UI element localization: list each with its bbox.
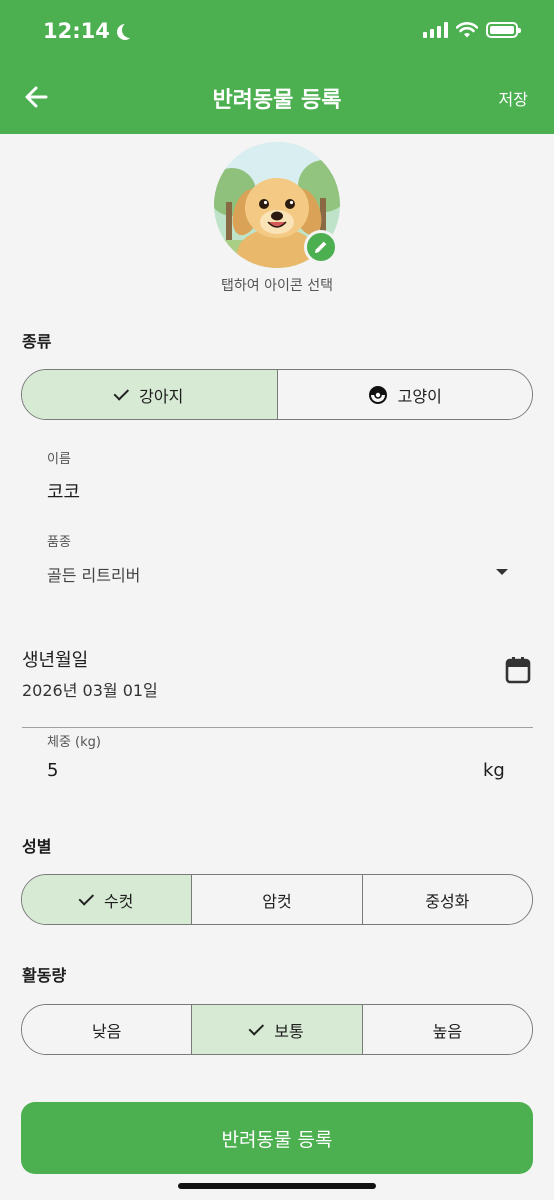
breed-field-label: 품종 (47, 535, 71, 550)
cellular-signal-icon (423, 22, 448, 38)
pencil-icon (315, 241, 327, 253)
name-field-label: 이름 (47, 452, 71, 467)
species-segmented: 강아지 고양이 (21, 369, 533, 420)
gender-option-female[interactable]: 암컷 (192, 875, 363, 924)
gender-option-label: 암컷 (262, 891, 292, 911)
activity-option-label: 보통 (274, 1021, 304, 1041)
battery-icon (486, 22, 521, 38)
dropdown-arrow-icon[interactable] (496, 569, 508, 575)
register-pet-button[interactable]: 반려동물 등록 (21, 1102, 533, 1174)
species-option-dog[interactable]: 강아지 (22, 370, 278, 419)
calendar-icon[interactable] (505, 656, 531, 684)
species-option-cat[interactable]: 고양이 (277, 370, 532, 419)
check-icon (78, 889, 95, 906)
status-icons (423, 22, 521, 38)
breed-dropdown[interactable]: 골든 리트리버 (47, 562, 140, 586)
activity-option-label: 낮음 (91, 1021, 122, 1041)
activity-segmented: 낮음 보통 높음 (21, 1004, 533, 1055)
activity-option-normal[interactable]: 보통 (192, 1005, 363, 1054)
weight-field-label: 체중 (kg) (47, 735, 101, 750)
check-icon (113, 384, 130, 401)
page-title: 반려동물 등록 (212, 88, 342, 113)
name-input[interactable]: 코코 (47, 478, 80, 504)
gender-option-neutered[interactable]: 중성화 (362, 875, 532, 924)
app-bar: 12:14 반려동물 등록 저장 (0, 0, 554, 134)
gender-option-male[interactable]: 수컷 (22, 875, 193, 924)
save-button[interactable]: 저장 (499, 86, 528, 110)
check-icon (248, 1019, 265, 1036)
gender-option-label: 중성화 (425, 891, 470, 911)
activity-option-high[interactable]: 높음 (362, 1005, 532, 1054)
birth-field-label: 생년월일 (22, 650, 89, 671)
gender-option-label: 수컷 (103, 891, 134, 911)
weight-input[interactable]: 5 (47, 760, 58, 781)
edit-avatar-button[interactable] (304, 230, 338, 264)
avatar-hint: 탭하여 아이콘 선택 (221, 278, 333, 294)
wifi-icon (456, 22, 478, 38)
activity-option-label: 높음 (432, 1021, 463, 1041)
species-label: 종류 (22, 332, 52, 351)
species-option-label: 고양이 (397, 386, 442, 406)
species-option-label: 강아지 (139, 386, 184, 406)
weight-unit: kg (483, 760, 505, 781)
divider (22, 727, 533, 728)
status-time-text: 12:14 (43, 19, 110, 43)
activity-option-low[interactable]: 낮음 (22, 1005, 193, 1054)
gender-segmented: 수컷 암컷 중성화 (21, 874, 533, 925)
pokeball-icon (368, 385, 387, 404)
status-time: 12:14 (43, 19, 132, 43)
moon-icon (122, 22, 138, 38)
gender-label: 성별 (22, 837, 52, 856)
birth-date-value[interactable]: 2026년 03월 01일 (22, 677, 158, 701)
activity-label: 활동량 (22, 966, 67, 985)
home-indicator (178, 1183, 376, 1189)
